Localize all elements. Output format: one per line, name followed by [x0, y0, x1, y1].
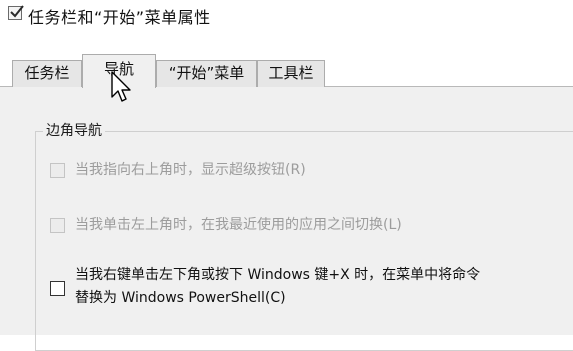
checkbox-icon: [8, 5, 24, 20]
tab-start-menu[interactable]: “开始”菜单: [156, 60, 257, 87]
tab-toolbars[interactable]: 工具栏: [257, 60, 325, 87]
arrow-cursor-icon: [110, 70, 132, 108]
title-bar: 任务栏和“开始”菜单属性: [0, 0, 573, 44]
charms-checkbox[interactable]: [50, 163, 65, 178]
switch-apps-checkbox[interactable]: [50, 218, 65, 233]
charms-option-label: 当我指向右上角时，显示超级按钮(R): [75, 162, 306, 178]
switch-apps-option-label: 当我单击左上角时，在我最近使用的应用之间切换(L): [75, 217, 402, 233]
tab-taskbar[interactable]: 任务栏: [12, 60, 82, 87]
powershell-option-label-line2: 替换为 Windows PowerShell(C): [75, 290, 286, 306]
window-title: 任务栏和“开始”菜单属性: [28, 8, 211, 27]
group-title: 边角导航: [43, 120, 105, 140]
powershell-checkbox[interactable]: [50, 281, 65, 296]
powershell-option-label-line1: 当我右键单击左下角或按下 Windows 键+X 时，在菜单中将命令: [75, 267, 481, 283]
